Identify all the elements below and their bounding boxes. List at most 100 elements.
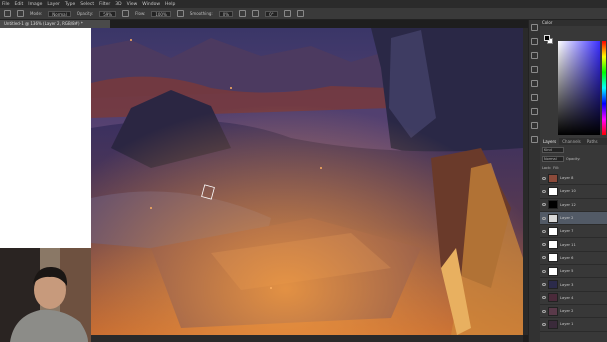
pressure-opacity-icon[interactable] [122,10,130,17]
swatches-icon[interactable] [531,38,538,45]
layer-row[interactable]: Layer 1 [540,318,607,332]
fill-label: Fill: [553,165,560,170]
layer-filter-row: Kind [540,145,607,154]
layer-thumbnail [548,213,558,223]
visibility-eye-icon[interactable] [542,296,546,300]
mode-label: Mode: [30,11,43,16]
document-tab[interactable]: Untitled-1 @ 136% (Layer 2, RGB/8#) * [0,20,110,28]
flow-input[interactable]: 100% [151,10,171,17]
brush-tool-icon[interactable] [4,10,11,17]
layer-thumbnail [548,266,558,276]
layer-name: Layer 5 [560,269,574,274]
layer-row[interactable]: Layer 6 [540,252,607,266]
painting-canvas[interactable] [91,28,523,335]
pressure-size-icon[interactable] [283,10,291,17]
menu-file[interactable]: File [2,2,10,7]
right-panels: Color Layers Channels Paths Kind Normal … [540,20,607,342]
navigator-icon[interactable] [531,122,538,129]
layer-name: Layer 2 [560,309,574,314]
opacity-label: Opacity: [76,11,94,16]
visibility-eye-icon[interactable] [542,256,546,260]
layer-thumbnail [548,253,558,263]
menu-select[interactable]: Select [80,2,94,7]
mode-select[interactable]: Normal [48,10,71,17]
visibility-eye-icon[interactable] [542,322,546,326]
visibility-eye-icon[interactable] [542,269,546,273]
layer-row[interactable]: Layer 7 [540,225,607,239]
properties-icon[interactable] [531,66,538,73]
paragraph-icon[interactable] [531,108,538,115]
layer-name: Layer 3 [560,282,574,287]
color-field[interactable] [558,41,600,135]
layer-row[interactable]: Layer 2 [540,211,607,226]
symmetry-icon[interactable] [296,10,304,17]
color-panel [540,26,607,138]
menu-3d[interactable]: 3D [115,2,121,7]
layer-row[interactable]: Layer 4 [540,292,607,305]
visibility-eye-icon[interactable] [542,216,546,220]
visibility-eye-icon[interactable] [542,283,546,287]
horizontal-scrollbar[interactable] [91,335,523,342]
visibility-eye-icon[interactable] [542,203,546,207]
layer-thumbnail [548,186,558,196]
layer-name: Layer 4 [560,295,574,300]
history-icon[interactable] [531,24,538,31]
layer-row[interactable]: Layer 2 [540,305,607,319]
menu-window[interactable]: Window [142,2,160,7]
layer-thumbnail [548,293,558,303]
webcam-overlay [0,248,98,342]
tab-channels[interactable]: Channels [559,138,584,145]
flow-label: Flow: [135,11,146,16]
layer-row[interactable]: Layer 5 [540,265,607,279]
smoothing-settings-icon[interactable] [239,10,247,17]
visibility-eye-icon[interactable] [542,189,546,193]
layer-name: Layer 10 [560,189,576,194]
brush-preset-icon[interactable] [17,10,24,17]
menu-view[interactable]: View [127,2,138,7]
angle-input[interactable]: 0° [265,10,278,17]
smoothing-label: Smoothing: [189,11,213,16]
menu-bar: File Edit Image Layer Type Select Filter… [0,0,607,8]
visibility-eye-icon[interactable] [542,229,546,233]
menu-layer[interactable]: Layer [47,2,60,7]
hue-slider[interactable] [602,41,606,135]
layer-name: Layer 1 [560,322,574,327]
adjustments-icon[interactable] [531,80,538,87]
visibility-eye-icon[interactable] [542,176,546,180]
reference-panel [0,28,91,248]
smoothing-input[interactable]: 0% [218,10,234,17]
tab-paths[interactable]: Paths [584,138,601,145]
menu-type[interactable]: Type [65,2,75,7]
blend-mode-select[interactable]: Normal [542,155,564,162]
layer-lock-row: Lock: Fill: [540,163,607,172]
menu-filter[interactable]: Filter [99,2,110,7]
layer-row[interactable]: Layer 12 [540,199,607,212]
visibility-eye-icon[interactable] [542,243,546,247]
angle-icon[interactable] [252,10,260,17]
brush-settings-icon[interactable] [531,52,538,59]
layer-row[interactable]: Layer 8 [540,172,607,186]
layer-kind-filter[interactable]: Kind [542,146,564,153]
airbrush-icon[interactable] [176,10,184,17]
layer-opacity-label: Opacity: [566,156,581,161]
layer-name: Layer 6 [560,255,574,260]
layer-thumbnail [548,173,558,183]
layer-row[interactable]: Layer 11 [540,238,607,252]
foreground-color-swatch[interactable] [544,35,550,41]
opacity-input[interactable]: 59% [99,10,117,17]
tool-options-bar: Mode: Normal Opacity: 59% Flow: 100% Smo… [0,8,607,20]
layer-blend-row: Normal Opacity: [540,154,607,163]
menu-help[interactable]: Help [165,2,175,7]
actions-icon[interactable] [531,136,538,143]
layer-name: Layer 8 [560,176,574,181]
menu-image[interactable]: Image [28,2,42,7]
character-icon[interactable] [531,94,538,101]
menu-edit[interactable]: Edit [15,2,24,7]
tab-layers[interactable]: Layers [540,138,560,145]
visibility-eye-icon[interactable] [542,309,546,313]
layer-name: Layer 12 [560,202,576,207]
fantasy-battle-painting [91,28,523,335]
layer-row[interactable]: Layer 3 [540,278,607,292]
layer-row[interactable]: Layer 10 [540,185,607,199]
layer-list: Layer 8 Layer 10 Layer 12 Layer 2 Layer 7 Lay… [540,172,607,332]
